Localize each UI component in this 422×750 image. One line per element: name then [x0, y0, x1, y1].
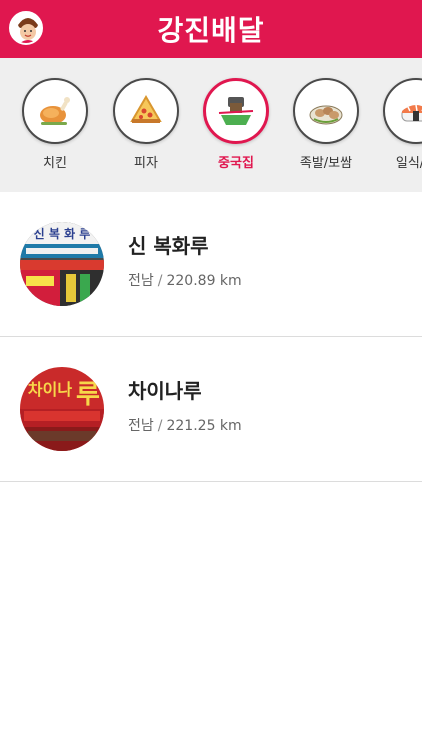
category-label: 중국집	[218, 156, 254, 171]
chicken-icon	[40, 97, 70, 125]
chef-avatar-icon	[11, 13, 41, 43]
svg-text:신 복 화 루: 신 복 화 루	[34, 226, 91, 241]
sushi-icon	[401, 104, 422, 122]
jokbal-icon	[309, 105, 343, 125]
category-label: 일식/돈	[395, 156, 422, 171]
restaurant-photo: 신 복 화 루	[20, 222, 104, 306]
svg-text:루: 루	[76, 380, 100, 410]
meta-separator: /	[157, 273, 163, 289]
category-bar[interactable]: 치킨 피자 중국집 족발/보쌈 일식	[0, 58, 422, 192]
restaurant-distance: 221.25 km	[166, 418, 242, 434]
restaurant-region: 전남	[128, 273, 154, 289]
restaurant-name: 차이나루	[128, 379, 202, 403]
app-header: 강진배달	[0, 0, 422, 58]
list-item[interactable]: 신 복 화 루 신 복화루 전남/220.89 km	[0, 192, 422, 337]
meta-separator: /	[157, 418, 163, 434]
restaurant-distance: 220.89 km	[166, 273, 242, 289]
category-label: 치킨	[43, 156, 67, 171]
restaurant-region: 전남	[128, 418, 154, 434]
restaurant-photo: 차이나 루	[20, 367, 104, 451]
restaurant-meta: 전남/220.89 km	[128, 270, 242, 290]
category-label: 피자	[134, 156, 158, 171]
svg-text:차이나: 차이나	[28, 380, 72, 399]
app-title: 강진배달	[157, 14, 265, 47]
chinese-food-icon	[218, 97, 254, 125]
avatar[interactable]	[9, 11, 43, 45]
pizza-icon	[130, 95, 162, 123]
restaurant-name: 신 복화루	[128, 234, 209, 258]
category-jokbal[interactable]: 족발/보쌈	[291, 78, 361, 171]
category-chinese[interactable]: 중국집	[201, 78, 271, 171]
category-pizza[interactable]: 피자	[111, 78, 181, 171]
category-chicken[interactable]: 치킨	[20, 78, 90, 171]
category-japanese[interactable]: 일식/돈	[381, 78, 422, 171]
list-item[interactable]: 차이나 루 차이나루 전남/221.25 km	[0, 337, 422, 482]
restaurant-list: 신 복 화 루 신 복화루 전남/220.89 km 차이나 루 차이나루 전남…	[0, 192, 422, 482]
category-label: 족발/보쌈	[299, 156, 353, 171]
restaurant-meta: 전남/221.25 km	[128, 415, 242, 435]
